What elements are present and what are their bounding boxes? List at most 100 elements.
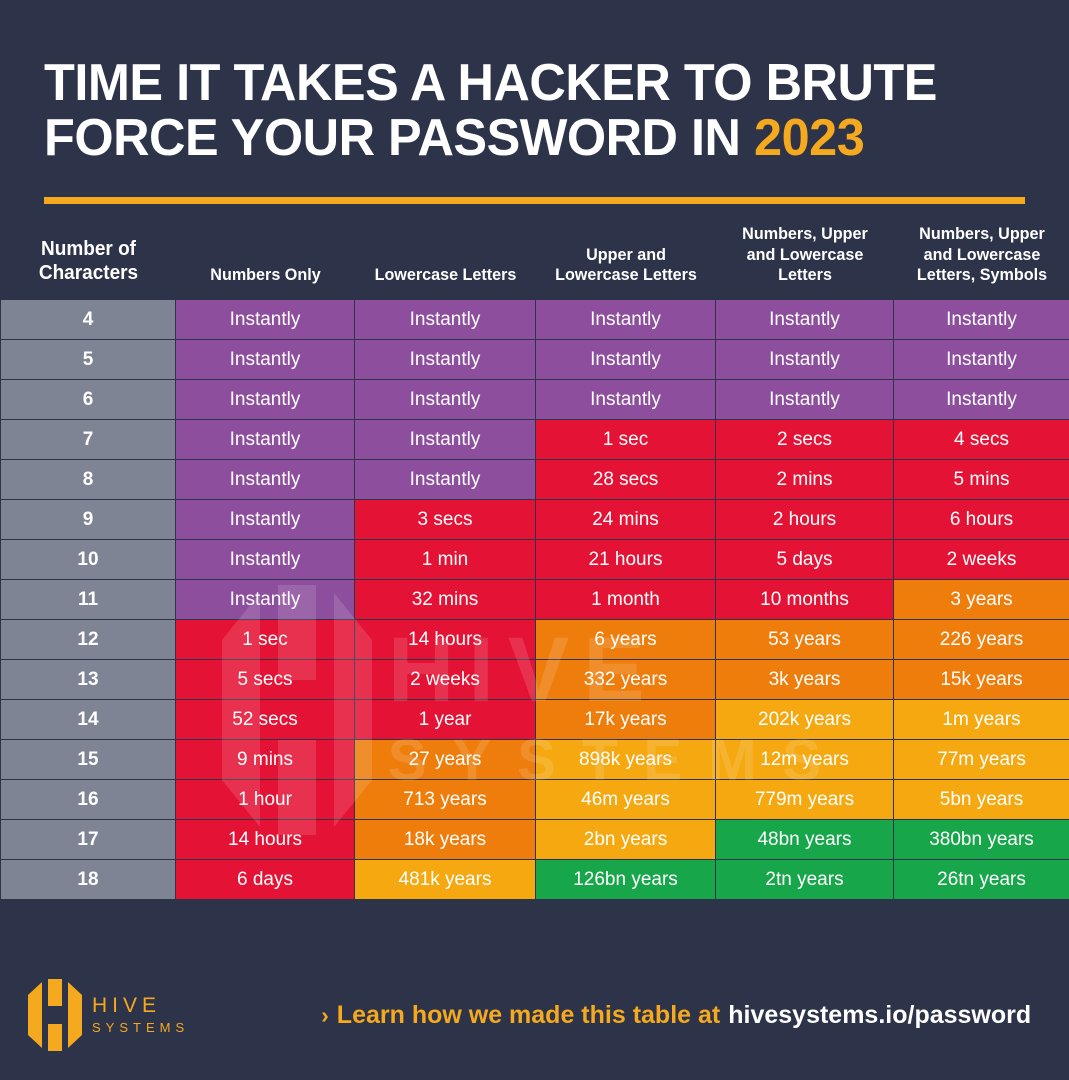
row-label-character-count: 15 xyxy=(0,739,176,781)
table-cell: 5bn years xyxy=(893,779,1069,821)
table-cell: 6 hours xyxy=(893,499,1069,541)
row-label-character-count: 13 xyxy=(0,659,176,701)
table-cell: 9 mins xyxy=(175,739,355,781)
table-cell: Instantly xyxy=(175,579,355,621)
title-line-2-prefix: FORCE YOUR PASSWORD IN xyxy=(44,108,755,167)
table-cell: Instantly xyxy=(175,379,355,421)
table-row: 16 1 hour 713 years 46m years 779m years 5bn … xyxy=(0,779,1069,821)
row-label-character-count: 11 xyxy=(0,579,176,621)
footer-cta[interactable]: › Learn how we made this table at hivesy… xyxy=(321,1001,1031,1030)
table-cell: 1 hour xyxy=(175,779,355,821)
title-line-2: FORCE YOUR PASSWORD IN 2023 xyxy=(44,108,996,167)
table-cell: 1m years xyxy=(893,699,1069,741)
table-row: 11 Instantly 32 mins 1 month 10 months 3 year… xyxy=(0,579,1069,621)
row-label-character-count: 16 xyxy=(0,779,176,821)
title-year: 2023 xyxy=(754,108,865,167)
table-row: 7 Instantly Instantly 1 sec 2 secs 4 secs xyxy=(0,419,1069,461)
table-row: 8 Instantly Instantly 28 secs 2 mins 5 mins xyxy=(0,459,1069,501)
table-cell: 27 years xyxy=(354,739,536,781)
table-cell: Instantly xyxy=(354,419,536,461)
table-cell: 5 days xyxy=(715,539,894,581)
table-row: 15 9 mins 27 years 898k years 12m years 77m y… xyxy=(0,739,1069,781)
logo-hive-text: HIVE xyxy=(92,993,162,1017)
title-divider xyxy=(44,197,1025,205)
table-cell: 6 years xyxy=(535,619,716,661)
table-header-row: Number of Characters Numbers Only Lowerc… xyxy=(1,224,1069,300)
table-cell: 17k years xyxy=(535,699,716,741)
table-cell: 52 secs xyxy=(175,699,355,741)
table-cell: Instantly xyxy=(175,459,355,501)
logo-systems-text: SYSTEMS xyxy=(92,1019,190,1035)
table-row: 6 Instantly Instantly Instantly Instantly Ins… xyxy=(0,379,1069,421)
table-cell: 2tn years xyxy=(715,859,894,901)
table-cell: 46m years xyxy=(535,779,716,821)
footer-bar: HIVE SYSTEMS › Learn how we made this ta… xyxy=(0,950,1069,1080)
table-cell: 24 mins xyxy=(535,499,716,541)
table-cell: Instantly xyxy=(175,419,355,461)
table-cell: 77m years xyxy=(893,739,1069,781)
table-cell: Instantly xyxy=(715,379,894,421)
table-cell: 713 years xyxy=(354,779,536,821)
title-line-1: TIME IT TAKES A HACKER TO BRUTE xyxy=(44,54,937,112)
table-cell: 14 hours xyxy=(175,819,355,861)
table-row: 5 Instantly Instantly Instantly Instantly Ins… xyxy=(0,339,1069,381)
page-title: TIME IT TAKES A HACKER TO BRUTE FORCE YO… xyxy=(0,0,1069,165)
table-row: 9 Instantly 3 secs 24 mins 2 hours 6 hours xyxy=(0,499,1069,541)
table-cell: 481k years xyxy=(354,859,536,901)
footer-cta-url[interactable]: hivesystems.io/password xyxy=(728,1001,1031,1030)
column-header-numbers-upper-lower: Numbers, Upper and Lowercase Letters xyxy=(741,224,868,284)
table-cell: 6 days xyxy=(175,859,355,901)
table-cell: Instantly xyxy=(893,339,1069,381)
table-cell: Instantly xyxy=(354,299,536,341)
chevron-right-icon: › xyxy=(321,1001,329,1028)
column-header-numbers-upper-lower-symbols: Numbers, Upper and Lowercase Letters, Sy… xyxy=(916,224,1047,284)
table-row: 10 Instantly 1 min 21 hours 5 days 2 weeks xyxy=(0,539,1069,581)
row-label-character-count: 5 xyxy=(0,339,176,381)
table-cell: Instantly xyxy=(354,379,536,421)
hive-systems-logo[interactable]: HIVE SYSTEMS xyxy=(28,979,189,1051)
column-header-upper-lower: Upper and Lowercase Letters xyxy=(554,244,697,284)
table-cell: Instantly xyxy=(175,539,355,581)
table-cell: 14 hours xyxy=(354,619,536,661)
table-cell: 1 year xyxy=(354,699,536,741)
table-cell: 2bn years xyxy=(535,819,716,861)
table-cell: Instantly xyxy=(535,299,716,341)
row-label-character-count: 18 xyxy=(0,859,176,901)
table-cell: Instantly xyxy=(175,499,355,541)
table-cell: Instantly xyxy=(175,299,355,341)
table-cell: 32 mins xyxy=(354,579,536,621)
table-cell: 1 sec xyxy=(175,619,355,661)
table-cell: 21 hours xyxy=(535,539,716,581)
table-row: 4 Instantly Instantly Instantly Instantly Ins… xyxy=(0,299,1069,341)
table-cell: Instantly xyxy=(715,299,894,341)
table-cell: Instantly xyxy=(893,379,1069,421)
table-cell: 2 hours xyxy=(715,499,894,541)
table-cell: 202k years xyxy=(715,699,894,741)
table-row: 14 52 secs 1 year 17k years 202k years 1m yea… xyxy=(0,699,1069,741)
table-cell: Instantly xyxy=(715,339,894,381)
row-label-character-count: 8 xyxy=(0,459,176,501)
table-cell: Instantly xyxy=(893,299,1069,341)
table-cell: 3 years xyxy=(893,579,1069,621)
table-body: 4 Instantly Instantly Instantly Instantly Ins… xyxy=(0,299,1069,901)
table-cell: 898k years xyxy=(535,739,716,781)
hive-hexagon-logo-icon xyxy=(28,979,82,1051)
table-cell: 380bn years xyxy=(893,819,1069,861)
row-label-character-count: 14 xyxy=(0,699,176,741)
table-cell: 2 weeks xyxy=(354,659,536,701)
table-cell: 53 years xyxy=(715,619,894,661)
row-label-character-count: 10 xyxy=(0,539,176,581)
table-cell: 1 sec xyxy=(535,419,716,461)
row-label-character-count: 4 xyxy=(0,299,176,341)
table-cell: 1 min xyxy=(354,539,536,581)
row-label-character-count: 17 xyxy=(0,819,176,861)
table-cell: 18k years xyxy=(354,819,536,861)
row-label-character-count: 12 xyxy=(0,619,176,661)
row-label-character-count: 7 xyxy=(0,419,176,461)
table-cell: 26tn years xyxy=(893,859,1069,901)
column-header-characters: Number of Characters xyxy=(38,238,138,285)
table-cell: 28 secs xyxy=(535,459,716,501)
table-cell: 126bn years xyxy=(535,859,716,901)
table-cell: Instantly xyxy=(354,459,536,501)
table-cell: 1 month xyxy=(535,579,716,621)
